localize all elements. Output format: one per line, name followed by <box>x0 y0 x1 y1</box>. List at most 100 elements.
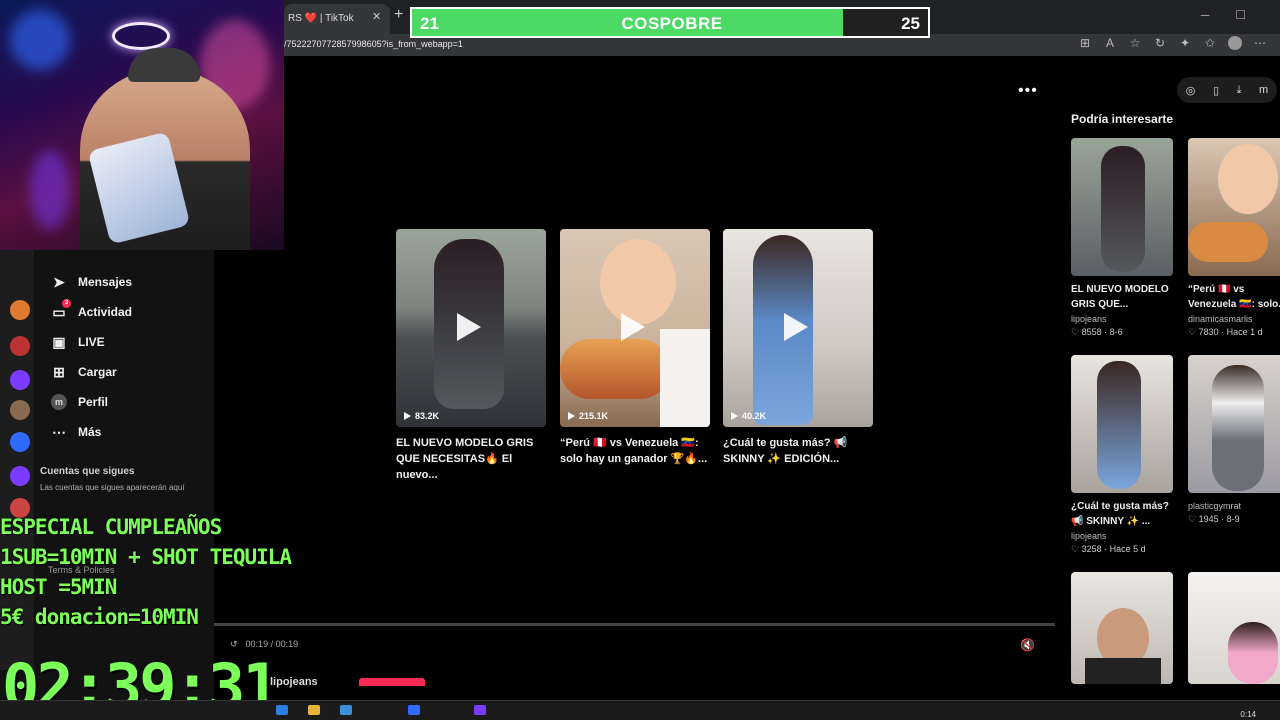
taskbar <box>0 700 1280 720</box>
sidebar-item-activity[interactable]: ▭ 3 Actividad <box>50 299 133 321</box>
sidebar-item-label: LIVE <box>78 335 105 349</box>
view-count-text: 83.2K <box>415 411 440 421</box>
app-taskbar-icon[interactable] <box>408 705 420 715</box>
recommendation-thumbnail[interactable] <box>1071 138 1173 276</box>
recommendation-item[interactable] <box>1188 572 1280 684</box>
edge-taskbar-icon[interactable] <box>276 705 288 715</box>
author-name[interactable]: lipojeans <box>270 676 318 688</box>
recommendation-user[interactable]: lipojeans <box>1071 531 1175 541</box>
address-bar-actions: ⊞ A ☆ ↻ ✦ ✩ ⋯ <box>1077 36 1268 53</box>
play-icon <box>784 313 808 341</box>
score-title: COSPOBRE <box>621 14 723 33</box>
video-title[interactable]: EL NUEVO MODELO GRIS QUE NECESITAS🔥 El n… <box>396 435 556 483</box>
recommendation-title[interactable]: EL NUEVO MODELO GRIS QUE... <box>1071 282 1175 312</box>
obs-taskbar-icon[interactable] <box>474 705 486 715</box>
sidebar-item-label: Actividad <box>78 305 133 319</box>
read-aloud-icon[interactable]: A <box>1102 36 1118 53</box>
recommendation-item[interactable]: EL NUEVO MODELO GRIS QUE... lipojeans ♡ … <box>1071 138 1175 338</box>
recommendation-thumbnail[interactable] <box>1188 138 1280 276</box>
recommendation-item[interactable]: plasticgymrat ♡ 1945 · 8-9 <box>1188 355 1280 525</box>
apps-icon[interactable]: ⊞ <box>1077 36 1093 53</box>
video-card[interactable]: 215.1K “Perú 🇵🇪 vs Venezuela 🇻🇪: solo ha… <box>560 229 710 467</box>
recommendation-thumbnail[interactable] <box>1188 572 1280 684</box>
video-card[interactable]: 83.2K EL NUEVO MODELO GRIS QUE NECESITAS… <box>396 229 546 483</box>
neon-planet-sign <box>112 22 170 50</box>
view-count: 83.2K <box>404 411 439 421</box>
recommendation-item[interactable]: ¿Cuál te gusta más? 📢 SKINNY ✨ ... lipoj… <box>1071 355 1175 555</box>
overlay-line: HOST =5MIN <box>0 575 117 599</box>
recommendation-user[interactable]: plasticgymrat <box>1188 501 1280 511</box>
video-progress-bar[interactable] <box>214 623 1055 626</box>
video-thumbnail[interactable]: 83.2K <box>396 229 546 427</box>
window-controls[interactable]: ─☐ <box>1201 8 1272 22</box>
close-tab-icon[interactable]: ✕ <box>372 10 381 23</box>
follow-button[interactable] <box>359 678 425 686</box>
profile-avatar[interactable] <box>1227 36 1243 53</box>
recommendation-user[interactable]: dinamicasmarlis <box>1188 314 1280 324</box>
download-icon[interactable]: ⤓ <box>1237 84 1242 97</box>
recommendation-user[interactable]: lipojeans <box>1071 314 1175 324</box>
activity-badge: 3 <box>62 299 71 308</box>
mute-icon[interactable]: 🔇 <box>1020 638 1035 652</box>
profile-icon: m <box>50 393 68 411</box>
send-icon: ➤ <box>53 273 65 290</box>
recommendation-meta: ♡ 1945 · 8-9 <box>1188 514 1240 524</box>
recommendation-item[interactable] <box>1071 572 1175 684</box>
more-icon: ⋯ <box>52 423 66 440</box>
video-thumbnail[interactable]: 40.2K <box>723 229 873 427</box>
recommendation-title[interactable]: ¿Cuál te gusta más? 📢 SKINNY ✨ ... <box>1071 499 1175 529</box>
view-count: 215.1K <box>568 411 608 421</box>
url-text[interactable]: /7522270772857998605?is_from_webapp=1 <box>284 39 463 49</box>
recommendation-meta: ♡ 8558 · 8-6 <box>1071 327 1123 337</box>
extensions-icon[interactable]: ✦ <box>1177 36 1193 53</box>
score-right: 25 <box>901 14 920 33</box>
sidebar-item-label: Más <box>78 425 102 439</box>
recommendations-title: Podría interesarte <box>1071 112 1174 126</box>
view-count-text: 40.2K <box>742 411 767 421</box>
recommendation-title[interactable]: “Perú 🇵🇪 vs Venezuela 🇻🇪: solo... <box>1188 282 1280 312</box>
likes-count: 8558 <box>1081 327 1102 337</box>
right-toolbar: ◎ ▯ ⤓ m <box>1177 77 1277 103</box>
account-avatar[interactable]: m <box>1259 84 1268 96</box>
recommendation-thumbnail[interactable] <box>1071 355 1173 493</box>
sidebar-item-upload[interactable]: ⊞ Cargar <box>50 363 117 381</box>
recommendation-thumbnail[interactable] <box>1188 355 1280 493</box>
phone-icon[interactable]: ▯ <box>1213 84 1219 97</box>
refresh-icon[interactable]: ↻ <box>1152 36 1168 53</box>
view-count: 40.2K <box>731 411 766 421</box>
video-title[interactable]: ¿Cuál te gusta más? 📢 SKINNY ✨ EDICIÓN..… <box>723 435 883 467</box>
video-thumbnail[interactable]: 215.1K <box>560 229 710 427</box>
new-tab-icon[interactable]: + <box>394 6 403 24</box>
recommendation-item[interactable]: “Perú 🇵🇪 vs Venezuela 🇻🇪: solo... dinami… <box>1188 138 1280 338</box>
live-icon: ▣ <box>52 333 66 350</box>
play-icon <box>621 313 645 341</box>
overlay-line: 5€ donacion=10MIN <box>0 605 199 629</box>
post-date: Hace 1 d <box>1226 327 1263 337</box>
inbox-icon: ▭ 3 <box>50 299 71 321</box>
streamer-cap <box>128 48 200 82</box>
sidebar-item-profile[interactable]: m Perfil <box>50 393 108 411</box>
recommendation-thumbnail[interactable] <box>1071 572 1173 684</box>
likes-count: 7830 <box>1198 327 1219 337</box>
sidebar-item-messages[interactable]: ➤ Mensajes <box>50 273 132 291</box>
video-card[interactable]: 40.2K ¿Cuál te gusta más? 📢 SKINNY ✨ EDI… <box>723 229 873 467</box>
play-icon <box>457 313 481 341</box>
profile-avatar-letter: m <box>51 394 67 410</box>
explorer-taskbar-icon[interactable] <box>308 705 320 715</box>
browser-menu-icon[interactable]: ⋯ <box>1252 36 1268 53</box>
overlay-line: 1SUB=10MIN + SHOT TEQUILA <box>0 545 292 569</box>
screen: RS ❤️ | TikTok ✕ + ─☐ /75222707728579986… <box>0 0 1280 720</box>
compass-icon[interactable]: ◎ <box>1186 84 1196 97</box>
favorite-icon[interactable]: ☆ <box>1127 36 1143 53</box>
likes-count: 3258 <box>1081 544 1102 554</box>
store-taskbar-icon[interactable] <box>340 705 352 715</box>
likes-count: 1945 <box>1198 514 1219 524</box>
sidebar-item-live[interactable]: ▣ LIVE <box>50 333 105 351</box>
favorites-bar-icon[interactable]: ✩ <box>1202 36 1218 53</box>
video-title[interactable]: “Perú 🇵🇪 vs Venezuela 🇻🇪: solo hay un ga… <box>560 435 720 467</box>
post-date: 8-6 <box>1109 327 1123 337</box>
sidebar-item-more[interactable]: ⋯ Más <box>50 423 101 441</box>
more-options-icon[interactable]: ••• <box>1018 82 1038 100</box>
recommendation-meta: ♡ 7830 · Hace 1 d <box>1188 327 1263 337</box>
replay-icon[interactable]: ↺ <box>230 639 238 650</box>
